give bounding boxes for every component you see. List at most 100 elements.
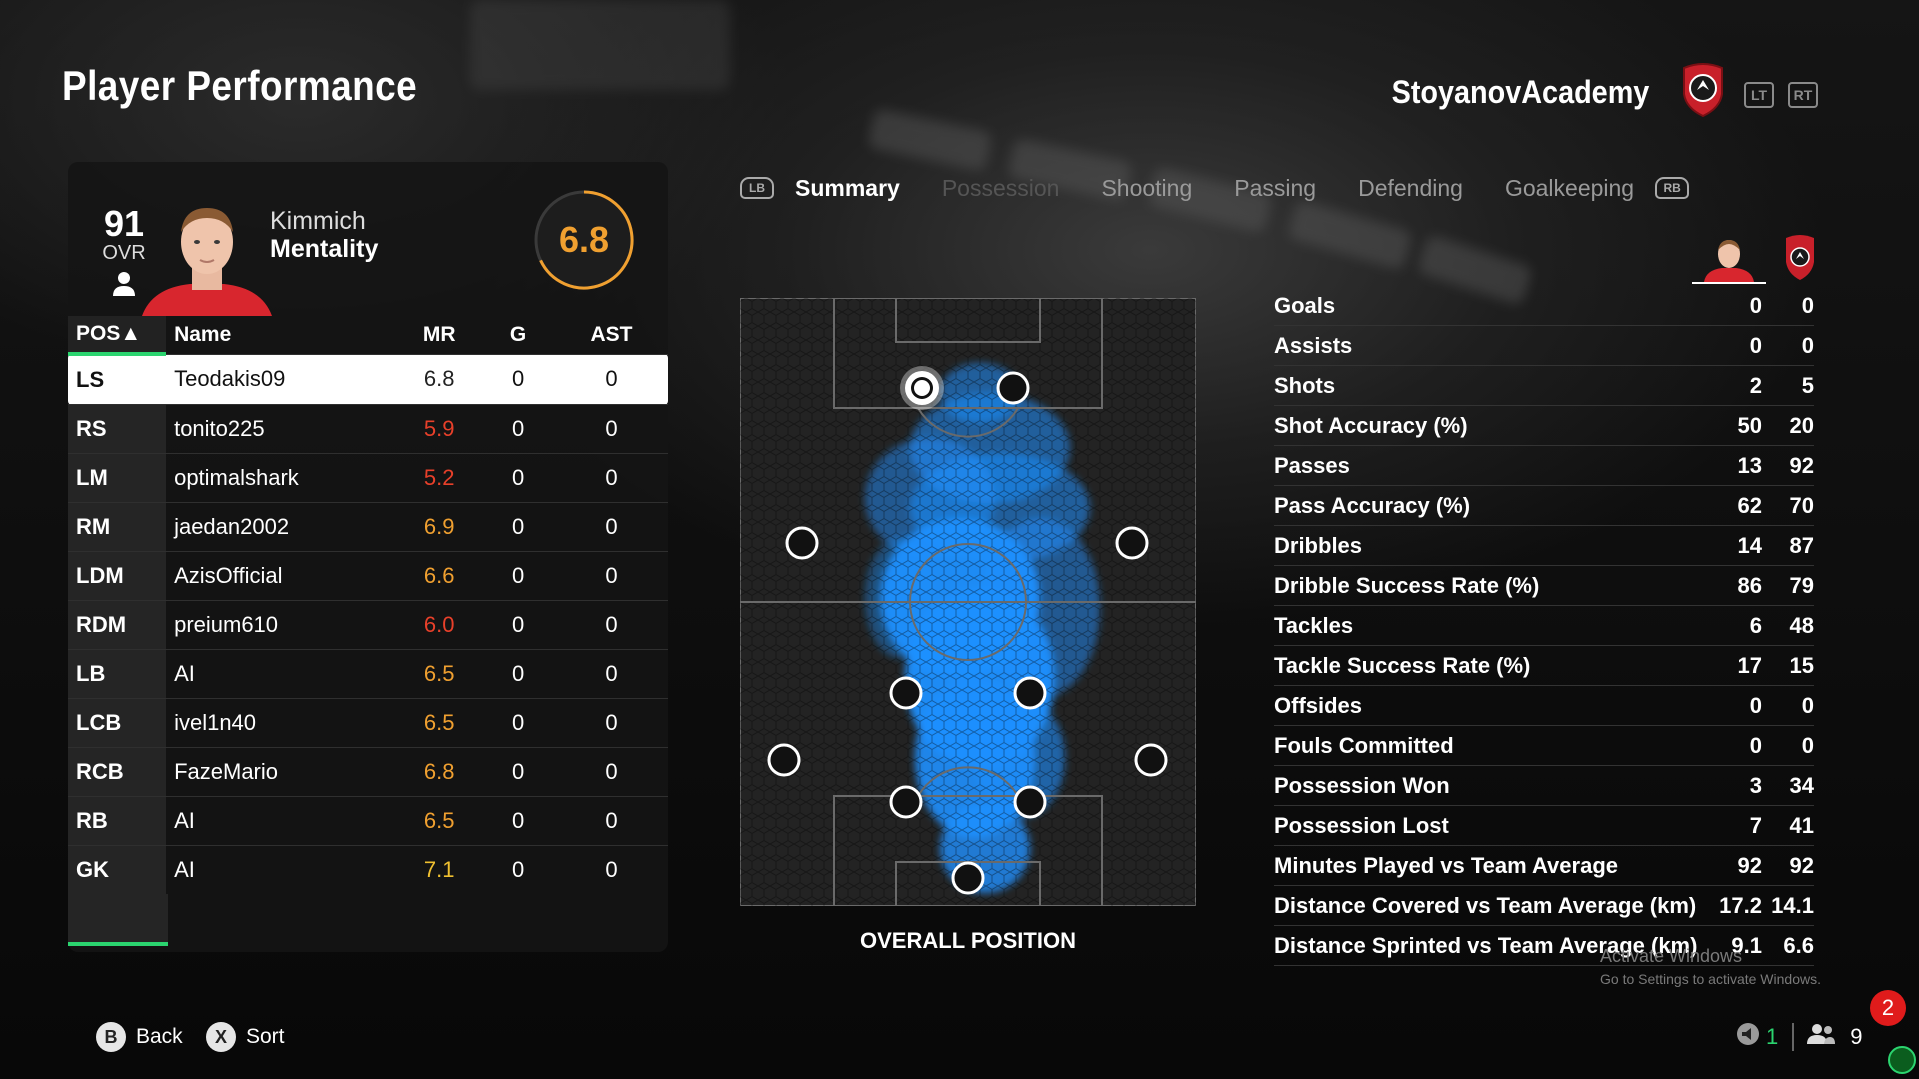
- tray-app-icon[interactable]: [1888, 1046, 1916, 1074]
- background-blur: [867, 107, 993, 173]
- table-row[interactable]: RDM preium610 6.0 0 0: [68, 600, 668, 650]
- stat-team-value: 79: [1789, 572, 1814, 598]
- row-match-rating: 6.8: [397, 747, 482, 797]
- row-goals: 0: [481, 353, 555, 405]
- stat-team-value: 14.1: [1771, 892, 1814, 918]
- tab-bar: LB Summary Possession Shooting Passing Defen…: [740, 168, 1690, 208]
- rt-button-icon[interactable]: RT: [1788, 82, 1818, 108]
- row-goals: 0: [481, 404, 555, 454]
- stat-label: Offsides: [1274, 692, 1363, 718]
- stat-label: Distance Covered vs Team Average (km): [1274, 892, 1697, 918]
- row-match-rating: 6.6: [397, 551, 482, 601]
- row-assists: 0: [554, 796, 668, 846]
- row-assists: 0: [554, 747, 668, 797]
- rb-button-icon[interactable]: RB: [1655, 177, 1690, 199]
- row-match-rating: 6.9: [397, 502, 482, 552]
- stat-team-value: 34: [1789, 772, 1814, 798]
- row-assists: 0: [554, 453, 668, 503]
- stat-row: Dribble Success Rate (%) 86 79: [1274, 566, 1814, 606]
- table-row[interactable]: RS tonito225 5.9 0 0: [68, 404, 668, 454]
- party-icon[interactable]: [1806, 1022, 1836, 1052]
- stat-row: Distance Covered vs Team Average (km) 17.…: [1274, 886, 1814, 926]
- stat-player-value: 6: [1749, 612, 1762, 638]
- club-crest-icon: [1680, 62, 1726, 118]
- table-row[interactable]: RM jaedan2002 6.9 0 0: [68, 502, 668, 552]
- row-assists: 0: [554, 551, 668, 601]
- row-match-rating: 6.5: [397, 698, 482, 748]
- row-position: RCB: [68, 747, 167, 797]
- row-goals: 0: [481, 747, 555, 797]
- stat-team-value: 70: [1789, 492, 1814, 518]
- row-position: RDM: [68, 600, 167, 650]
- table-row[interactable]: LCB ivel1n40 6.5 0 0: [68, 698, 668, 748]
- lt-button-icon[interactable]: LT: [1744, 82, 1774, 108]
- table-row[interactable]: RCB FazeMario 6.8 0 0: [68, 747, 668, 797]
- voice-count: 1: [1766, 1024, 1779, 1049]
- sort-button[interactable]: X Sort: [206, 1022, 285, 1052]
- tab-passing[interactable]: Passing: [1234, 175, 1316, 202]
- tab-defending[interactable]: Defending: [1358, 175, 1463, 202]
- tab-summary[interactable]: Summary: [795, 175, 900, 202]
- table-row[interactable]: LS Teodakis09 6.8 0 0: [68, 353, 668, 405]
- pitch-caption: OVERALL POSITION: [860, 928, 1076, 953]
- header-pos[interactable]: POS▲: [68, 316, 167, 356]
- stat-label: Possession Lost: [1274, 812, 1449, 838]
- row-goals: 0: [481, 649, 555, 699]
- teammate-marker: [951, 861, 985, 895]
- stat-player-value: 0: [1749, 332, 1762, 358]
- header-ast[interactable]: AST: [555, 316, 668, 354]
- row-goals: 0: [481, 502, 555, 552]
- row-assists: 0: [554, 845, 668, 894]
- stat-row: Tackles 6 48: [1274, 606, 1814, 646]
- speaker-icon[interactable]: [1736, 1022, 1760, 1052]
- row-player-name: AzisOfficial: [166, 551, 398, 601]
- row-position: LM: [68, 453, 167, 503]
- stat-label: Shots: [1274, 372, 1336, 398]
- stat-row: Assists 0 0: [1274, 326, 1814, 366]
- stat-team-value: 87: [1789, 532, 1814, 558]
- tab-possession[interactable]: Possession: [942, 175, 1060, 202]
- stat-label: Dribbles: [1274, 532, 1363, 558]
- notification-badge[interactable]: 2: [1870, 990, 1906, 1026]
- stat-team-value: 0: [1801, 732, 1814, 758]
- sort-label: Sort: [246, 1025, 285, 1048]
- stat-label: Fouls Committed: [1274, 732, 1454, 758]
- stat-player-value: 7: [1749, 812, 1762, 838]
- table-row[interactable]: RB AI 6.5 0 0: [68, 796, 668, 846]
- stat-player-value: 62: [1737, 492, 1762, 518]
- stat-label: Tackles: [1274, 612, 1354, 638]
- table-row[interactable]: LB AI 6.5 0 0: [68, 649, 668, 699]
- tab-goalkeeping[interactable]: Goalkeeping: [1505, 175, 1634, 202]
- table-footer: [68, 894, 168, 946]
- stat-label: Minutes Played vs Team Average: [1274, 852, 1618, 878]
- stat-row: Shot Accuracy (%) 50 20: [1274, 406, 1814, 446]
- table-row[interactable]: GK AI 7.1 0 0: [68, 845, 668, 894]
- header-g[interactable]: G: [481, 316, 555, 354]
- row-position: RM: [68, 502, 167, 552]
- teammate-marker: [1013, 785, 1047, 819]
- header-name[interactable]: Name: [166, 316, 397, 354]
- table-row[interactable]: LDM AzisOfficial 6.6 0 0: [68, 551, 668, 601]
- player-portrait: [142, 196, 272, 316]
- status-bar: 1 9: [1736, 1022, 1863, 1052]
- match-rating: 6.8: [558, 219, 610, 260]
- row-assists: 0: [554, 600, 668, 650]
- stat-label: Possession Won: [1274, 772, 1450, 798]
- stat-team-value: 0: [1801, 692, 1814, 718]
- teammate-marker: [996, 371, 1030, 405]
- table-row[interactable]: LM optimalshark 5.2 0 0: [68, 453, 668, 503]
- stat-team-value: 20: [1789, 412, 1814, 438]
- stat-row: Possession Lost 7 41: [1274, 806, 1814, 846]
- stat-team-value: 48: [1789, 612, 1814, 638]
- background-blur: [1286, 199, 1414, 271]
- stat-label: Goals: [1274, 292, 1336, 318]
- row-match-rating: 7.1: [397, 845, 482, 894]
- lb-button-icon[interactable]: LB: [740, 177, 774, 199]
- windows-watermark: Activate Windows Go to Settings to activ…: [1600, 946, 1821, 987]
- row-position: LDM: [68, 551, 167, 601]
- header-mr[interactable]: MR: [397, 316, 481, 354]
- back-button[interactable]: B Back: [96, 1022, 183, 1052]
- tab-shooting[interactable]: Shooting: [1101, 175, 1192, 202]
- stat-label: Dribble Success Rate (%): [1274, 572, 1540, 598]
- stat-team-value: 5: [1801, 372, 1814, 398]
